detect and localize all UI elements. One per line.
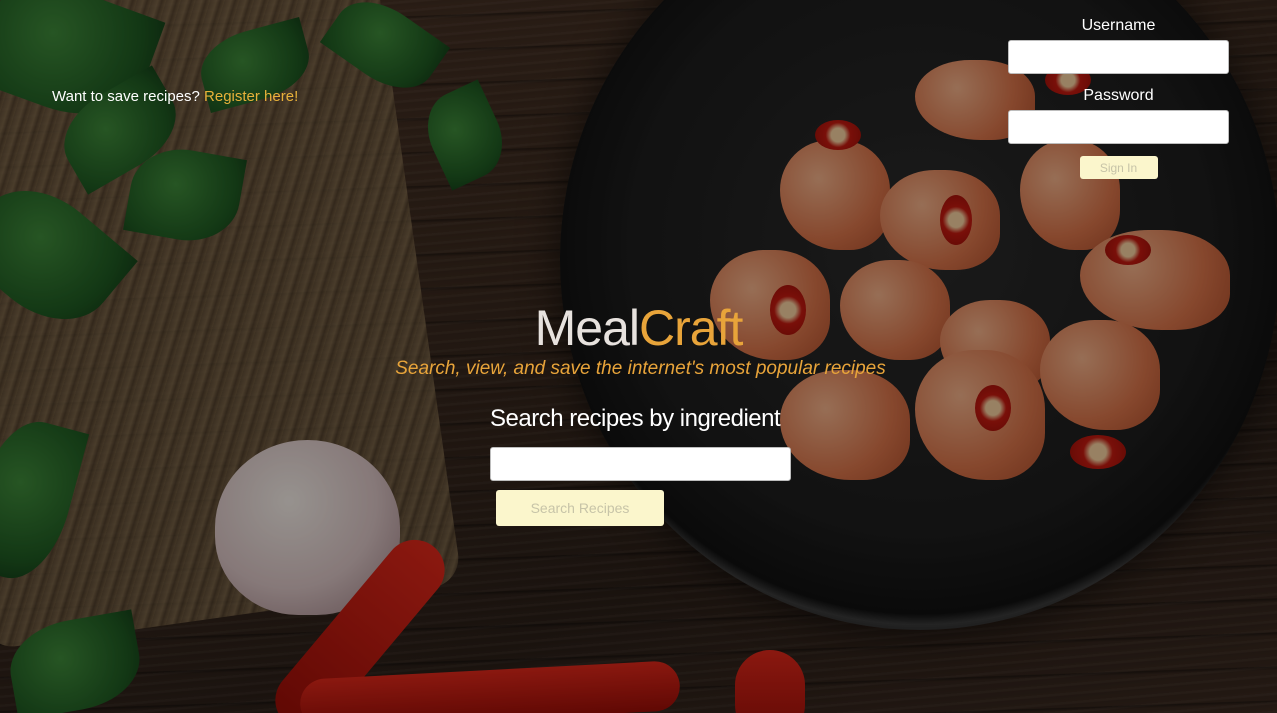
register-prompt-text: Want to save recipes?	[52, 88, 200, 105]
password-input[interactable]	[1008, 110, 1229, 144]
username-input[interactable]	[1008, 40, 1229, 74]
ingredient-search-input[interactable]	[490, 447, 791, 481]
brand-name-meal: Meal	[534, 300, 640, 356]
tagline: Search, view, and save the internet's mo…	[395, 358, 886, 379]
search-recipes-button[interactable]: Search Recipes	[496, 490, 664, 526]
password-label: Password	[1083, 87, 1154, 104]
register-prompt: Want to save recipes? Register here!	[52, 88, 298, 105]
brand-logo: MealCraft	[0, 298, 1277, 358]
username-label: Username	[1081, 17, 1156, 34]
signin-button[interactable]: Sign In	[1079, 156, 1158, 179]
brand-name-craft: Craft	[639, 300, 743, 356]
signin-panel: Username Password Sign In	[1008, 14, 1229, 179]
register-link[interactable]: Register here!	[204, 88, 298, 105]
search-heading: Search recipes by ingredient	[490, 405, 781, 432]
